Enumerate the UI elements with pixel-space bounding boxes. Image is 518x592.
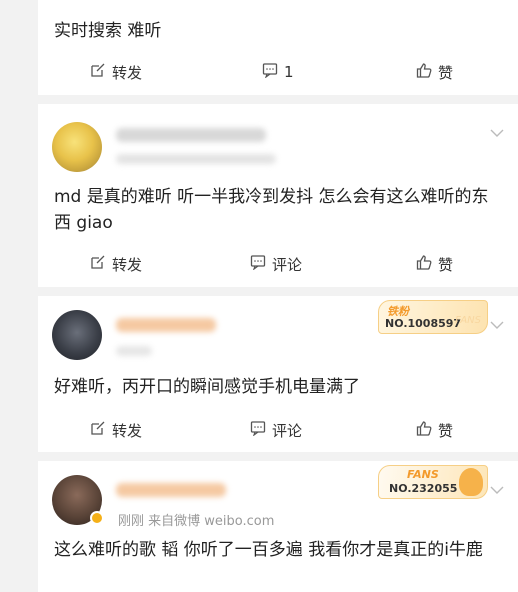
post-text: md 是真的难听 听一半我冷到发抖 怎么会有这么难听的东西 giao xyxy=(54,187,489,233)
like-label: 赞 xyxy=(438,255,454,274)
badge-tag: 铁粉 xyxy=(387,305,409,318)
repost-label: 转发 xyxy=(112,63,143,82)
comment-button[interactable]: 1 xyxy=(262,62,294,82)
repost-button[interactable]: 转发 xyxy=(90,420,142,441)
fans-badge[interactable]: FANS NO.232055 xyxy=(378,465,488,499)
like-label: 赞 xyxy=(438,421,454,440)
post-text: 实时搜索 难听 xyxy=(54,21,162,41)
like-button[interactable]: 赞 xyxy=(416,62,453,83)
edit-square-icon xyxy=(90,62,106,82)
username-obscured xyxy=(116,128,266,142)
chevron-down-icon[interactable] xyxy=(488,316,506,334)
comment-icon xyxy=(262,62,278,82)
post-card-4: 刚刚 来自微博 weibo.com FANS NO.232055 这么难听的歌 … xyxy=(38,461,518,592)
repost-button[interactable]: 转发 xyxy=(90,254,142,275)
username-obscured xyxy=(116,483,226,497)
repost-button[interactable]: 转发 xyxy=(90,62,142,83)
fans-badge[interactable]: 铁粉 FANS NO.1008597 xyxy=(378,300,488,334)
comment-icon xyxy=(250,254,266,274)
post-actions: 转发 评论 赞 xyxy=(38,244,518,284)
post-actions: 转发 1 赞 xyxy=(38,52,518,92)
like-label: 赞 xyxy=(438,63,454,82)
badge-number: NO.232055 xyxy=(389,482,458,495)
comment-label: 评论 xyxy=(272,421,303,440)
comment-button[interactable]: 评论 xyxy=(250,420,302,441)
repost-label: 转发 xyxy=(112,255,143,274)
post-card-1: 实时搜索 难听 转发 1 赞 xyxy=(38,0,518,95)
thumbs-up-icon xyxy=(416,254,432,274)
thumbs-up-icon xyxy=(416,420,432,440)
badge-tag: FANS xyxy=(407,468,439,481)
post-source: 刚刚 来自微博 weibo.com xyxy=(118,514,275,529)
like-button[interactable]: 赞 xyxy=(416,254,453,275)
edit-square-icon xyxy=(90,420,106,440)
repost-label: 转发 xyxy=(112,421,143,440)
post-card-3: 铁粉 FANS NO.1008597 好难听，丙开口的瞬间感觉手机电量满了 转发… xyxy=(38,296,518,452)
comment-icon xyxy=(250,420,266,440)
thumbs-up-icon xyxy=(416,62,432,82)
chevron-down-icon[interactable] xyxy=(488,124,506,142)
comment-label: 评论 xyxy=(272,255,303,274)
verified-badge-icon xyxy=(90,511,104,525)
post-actions: 转发 评论 赞 xyxy=(38,410,518,450)
comment-button[interactable]: 评论 xyxy=(250,254,302,275)
avatar[interactable] xyxy=(52,310,102,360)
badge-watermark: FANS xyxy=(455,315,481,326)
comment-count: 1 xyxy=(284,63,294,81)
chevron-down-icon[interactable] xyxy=(488,481,506,499)
post-text: 好难听，丙开口的瞬间感觉手机电量满了 xyxy=(54,377,360,397)
meta-obscured xyxy=(116,346,152,356)
post-card-2: md 是真的难听 听一半我冷到发抖 怎么会有这么难听的东西 giao 转发 评论… xyxy=(38,104,518,287)
meta-obscured xyxy=(116,154,276,164)
post-text: 这么难听的歌 韬 你听了一百多遍 我看你才是真正的i牛鹿 xyxy=(54,540,483,560)
like-button[interactable]: 赞 xyxy=(416,420,453,441)
username-obscured xyxy=(116,318,216,332)
avatar[interactable] xyxy=(52,122,102,172)
edit-square-icon xyxy=(90,254,106,274)
fans-mascot-icon xyxy=(459,468,483,496)
